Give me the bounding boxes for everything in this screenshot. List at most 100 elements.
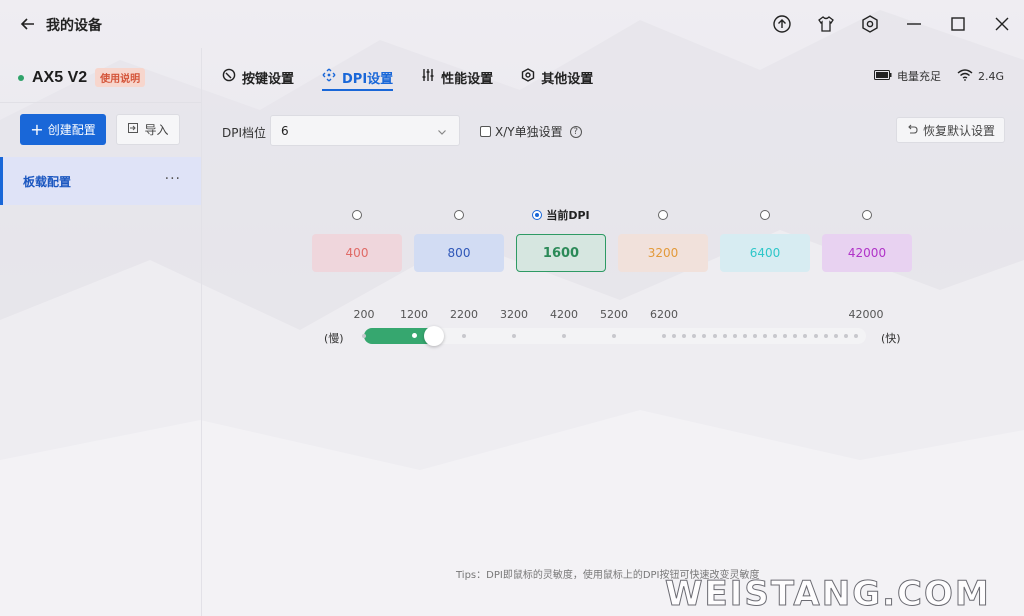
- reset-defaults-button[interactable]: 恢复默认设置: [896, 117, 1005, 143]
- slider-tick-label: 1200: [400, 308, 428, 321]
- slider-stop[interactable]: [773, 334, 777, 338]
- close-icon[interactable]: [980, 0, 1024, 48]
- tab-label: 其他设置: [541, 71, 594, 87]
- slider-stop[interactable]: [362, 334, 366, 338]
- sidebar-item-onboard-profile[interactable]: 板载配置 ···: [0, 157, 201, 205]
- dpi-level-select[interactable]: 6: [270, 115, 460, 146]
- dpi-radio-wrap: 当前DPI: [516, 208, 606, 222]
- connected-status-dot: [18, 74, 24, 81]
- slider-stop[interactable]: [702, 334, 706, 338]
- slider-stop[interactable]: [763, 334, 767, 338]
- slider-tick-label: 5200: [600, 308, 628, 321]
- slider-stop[interactable]: [562, 334, 566, 338]
- slider-stop[interactable]: [662, 334, 666, 338]
- create-config-label: 创建配置: [47, 123, 96, 137]
- slider-stop[interactable]: [803, 334, 807, 338]
- dpi-level-radio[interactable]: [532, 210, 543, 220]
- manual-badge[interactable]: 使用说明: [95, 68, 146, 87]
- tab-label: 按键设置: [242, 71, 295, 87]
- profile-label: 板载配置: [23, 174, 72, 189]
- shirt-icon[interactable]: [804, 0, 848, 48]
- upload-icon[interactable]: [760, 0, 804, 48]
- sidebar-divider: [0, 102, 201, 103]
- dpi-level-radio[interactable]: [454, 210, 464, 220]
- maximize-icon[interactable]: [936, 0, 980, 48]
- import-icon: [127, 122, 139, 137]
- dpi-level-radio[interactable]: [352, 210, 362, 220]
- xy-separate-checkbox[interactable]: [480, 126, 491, 137]
- slider-stop[interactable]: [672, 334, 676, 338]
- dpi-radio-wrap: [720, 208, 810, 222]
- title-icons: [760, 0, 1024, 48]
- slider-stop[interactable]: [713, 334, 717, 338]
- mouse-icon: [222, 68, 236, 86]
- dpi-radio-wrap: [822, 208, 912, 222]
- slider-tick-label: 42000: [848, 308, 884, 321]
- sliders-icon: [421, 68, 435, 86]
- dpi-value-card[interactable]: 3200: [618, 234, 708, 272]
- slider-tick-label: 3200: [500, 308, 528, 321]
- import-button[interactable]: 导入: [116, 114, 180, 145]
- dpi-value-card[interactable]: 1600: [516, 234, 606, 272]
- dpi-level-radio[interactable]: [760, 210, 770, 220]
- hexagon-gear-icon: [521, 68, 535, 86]
- slider-tick-label: 200: [353, 308, 375, 321]
- dpi-value-card[interactable]: 42000: [822, 234, 912, 272]
- slider-thumb[interactable]: [424, 326, 444, 346]
- slider-stop[interactable]: [854, 334, 858, 338]
- help-icon[interactable]: ?: [569, 125, 582, 138]
- slider-stop[interactable]: [692, 334, 696, 338]
- fast-label: (快): [881, 332, 901, 345]
- slider-stop[interactable]: [834, 334, 838, 338]
- undo-icon: [906, 123, 918, 138]
- import-label: 导入: [144, 123, 169, 137]
- plus-icon: +: [30, 119, 44, 139]
- tab-label: 性能设置: [441, 71, 494, 87]
- battery-text: 电量充足: [896, 70, 941, 83]
- more-options-icon[interactable]: ···: [165, 171, 181, 187]
- slider-stop[interactable]: [723, 334, 727, 338]
- create-config-button[interactable]: + 创建配置: [20, 114, 106, 145]
- back-arrow-icon[interactable]: [18, 14, 38, 34]
- dpi-level-radio[interactable]: [862, 210, 872, 220]
- slider-stop[interactable]: [462, 334, 466, 338]
- slider-stop[interactable]: [733, 334, 737, 338]
- tab-label: DPI设置: [342, 71, 394, 87]
- slider-tick-label: 6200: [650, 308, 678, 321]
- dpi-radio-wrap: [312, 208, 402, 222]
- title-bar: 我的设备: [0, 0, 1024, 48]
- slider-stop[interactable]: [412, 333, 417, 338]
- dpi-level-label: DPI档位: [222, 126, 267, 140]
- slider-stop[interactable]: [743, 334, 747, 338]
- device-header: AX5 V2 使用说明: [18, 68, 146, 87]
- device-status: 电量充足 2.4G: [864, 68, 1004, 84]
- slider-stop[interactable]: [512, 334, 516, 338]
- tab-key-settings[interactable]: 按键设置: [222, 66, 294, 88]
- tab-other-settings[interactable]: 其他设置: [521, 66, 593, 88]
- xy-separate-setting: X/Y单独设置 ?: [480, 123, 582, 140]
- slider-stop[interactable]: [783, 334, 787, 338]
- watermark: WEISTANG.COM: [665, 574, 991, 615]
- dpi-value-card[interactable]: 400: [312, 234, 402, 272]
- slider-stop[interactable]: [824, 334, 828, 338]
- dpi-value-card[interactable]: 6400: [720, 234, 810, 272]
- reset-defaults-label: 恢复默认设置: [922, 123, 995, 138]
- tab-dpi-settings[interactable]: DPI设置: [322, 66, 394, 91]
- window-title: 我的设备: [46, 18, 102, 34]
- slider-stop[interactable]: [753, 334, 757, 338]
- device-name: AX5 V2: [32, 68, 88, 86]
- slider-stop[interactable]: [612, 334, 616, 338]
- settings-tabs: 按键设置 DPI设置 性能设置 其他设置: [222, 66, 621, 91]
- dpi-value-card[interactable]: 800: [414, 234, 504, 272]
- dpi-radio-wrap: [414, 208, 504, 222]
- dpi-level-radio[interactable]: [658, 210, 668, 220]
- slider-stop[interactable]: [793, 334, 797, 338]
- slider-stop[interactable]: [682, 334, 686, 338]
- slider-stop[interactable]: [814, 334, 818, 338]
- minimize-icon[interactable]: [892, 0, 936, 48]
- sidebar: AX5 V2 使用说明 + 创建配置 导入 板载配置 ···: [0, 48, 202, 616]
- slow-label: (慢): [324, 332, 344, 345]
- settings-hexagon-icon[interactable]: [848, 0, 892, 48]
- tab-performance-settings[interactable]: 性能设置: [421, 66, 493, 88]
- slider-stop[interactable]: [844, 334, 848, 338]
